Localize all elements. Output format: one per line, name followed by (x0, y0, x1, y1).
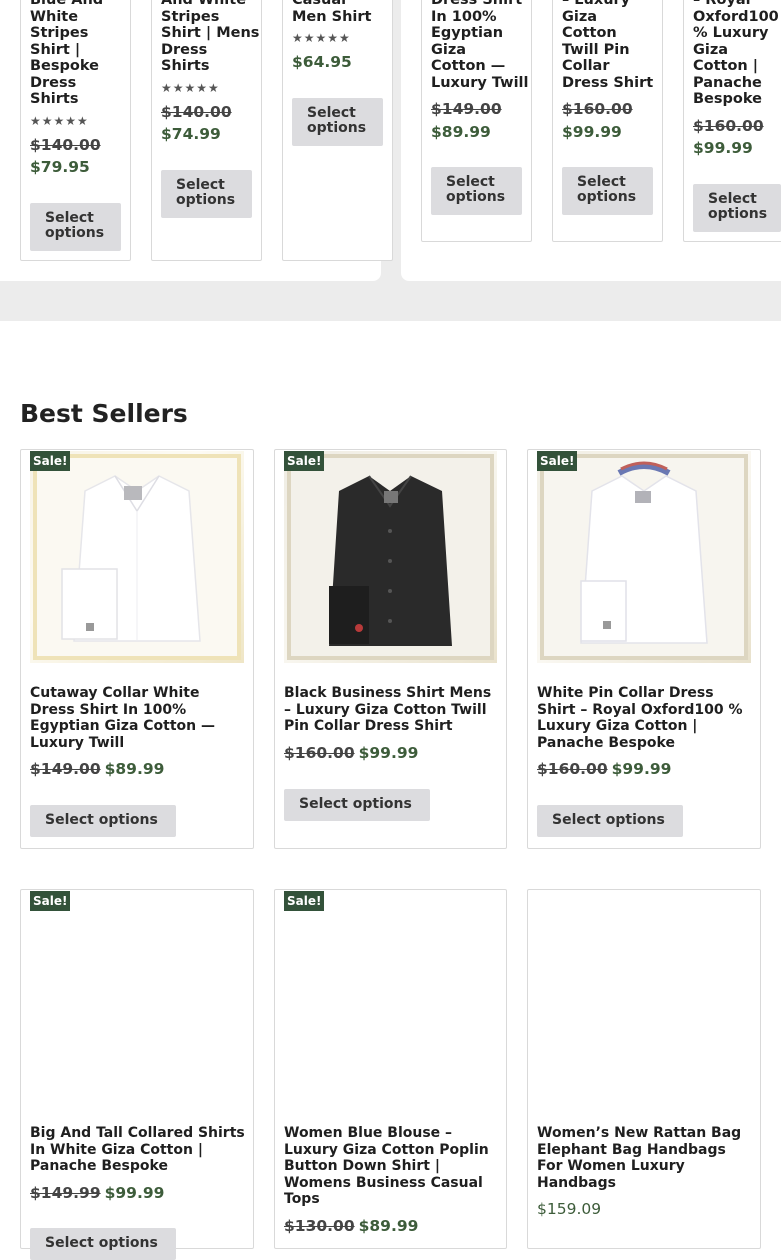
white-shirt-cuff-icon (33, 454, 241, 660)
sale-badge: Sale! (284, 891, 325, 911)
select-options-button[interactable]: Select options (284, 789, 430, 821)
product-title[interactable]: Women Blue Blouse – Luxury Giza Cotton P… (284, 1125, 499, 1208)
section-heading: Best Sellers (20, 399, 188, 428)
product-title[interactable]: – Royal Oxford100 % Luxury Giza Cotton |… (693, 0, 781, 108)
select-options-button[interactable]: Select options (431, 167, 522, 215)
price-row: $160.00 $99.99 (284, 744, 418, 762)
product-title[interactable]: And White Stripes Shirt | Mens Dress Shi… (161, 0, 261, 75)
select-options-button[interactable]: Select options (292, 98, 383, 146)
sale-badge: Sale! (30, 451, 71, 471)
sale-badge: Sale! (284, 451, 325, 471)
product-image[interactable] (284, 891, 497, 1103)
product-title[interactable]: Cutaway Collar White Dress Shirt In 100%… (30, 685, 245, 751)
product-title[interactable]: Blue And White Stripes Shirt | Bespoke D… (30, 0, 130, 108)
old-price: $140.00 (161, 103, 232, 121)
sale-price: $99.99 (611, 760, 672, 778)
old-price: $149.00 (431, 100, 502, 118)
select-options-button[interactable]: Select options (537, 805, 683, 837)
old-price: $160.00 (537, 760, 608, 778)
price-row: $149.99 $99.99 (30, 1184, 164, 1202)
black-shirt-icon (287, 454, 494, 660)
sale-price: $89.99 (104, 760, 165, 778)
product-image[interactable] (30, 891, 244, 1103)
price-row: $160.00 $99.99 (537, 760, 671, 778)
sale-price: $79.95 (30, 158, 90, 176)
select-options-button[interactable]: Select options (562, 167, 653, 215)
price: $159.09 (537, 1200, 602, 1218)
price-row: $130.00 $89.99 (284, 1217, 418, 1235)
old-price: $140.00 (30, 136, 101, 154)
product-title[interactable]: Dress Shirt In 100% Egyptian Giza Cotton… (431, 0, 531, 91)
sale-price: $99.99 (104, 1184, 165, 1202)
rating-stars: ★★★★★ (292, 31, 351, 45)
select-options-button[interactable]: Select options (161, 170, 252, 218)
product-image[interactable] (537, 891, 751, 1103)
product-title[interactable]: Casual Men Shirt (292, 0, 392, 25)
sale-price: $99.99 (693, 139, 753, 157)
old-price: $149.00 (30, 760, 101, 778)
product-title[interactable]: Women’s New Rattan Bag Elephant Bag Hand… (537, 1125, 752, 1191)
product-title[interactable]: – Luxury Giza Cotton Twill Pin Collar Dr… (562, 0, 662, 91)
product-image[interactable] (30, 451, 244, 663)
product-image[interactable] (537, 451, 751, 663)
sale-price: $99.99 (358, 744, 419, 762)
sale-price: $74.99 (161, 125, 221, 143)
product-image[interactable] (284, 451, 497, 663)
old-price: $160.00 (284, 744, 355, 762)
white-pin-shirt-icon (540, 454, 748, 660)
sale-badge: Sale! (30, 891, 71, 911)
product-title[interactable]: Black Business Shirt Mens – Luxury Giza … (284, 685, 499, 735)
select-options-button[interactable]: Select options (30, 203, 121, 251)
rating-stars: ★★★★★ (161, 81, 220, 95)
sale-price: $64.95 (292, 53, 352, 71)
select-options-button[interactable]: Select options (693, 184, 781, 232)
price-row: $149.00 $89.99 (30, 760, 164, 778)
sale-price: $89.99 (358, 1217, 419, 1235)
select-options-button[interactable]: Select options (30, 805, 176, 837)
product-title[interactable]: Big And Tall Collared Shirts In White Gi… (30, 1125, 250, 1175)
rating-stars: ★★★★★ (30, 114, 89, 128)
old-price: $160.00 (693, 117, 764, 135)
sale-badge: Sale! (537, 451, 578, 471)
sale-price: $99.99 (562, 123, 622, 141)
old-price: $130.00 (284, 1217, 355, 1235)
old-price: $149.99 (30, 1184, 101, 1202)
sale-price: $89.99 (431, 123, 491, 141)
old-price: $160.00 (562, 100, 633, 118)
product-title[interactable]: White Pin Collar Dress Shirt – Royal Oxf… (537, 685, 752, 751)
